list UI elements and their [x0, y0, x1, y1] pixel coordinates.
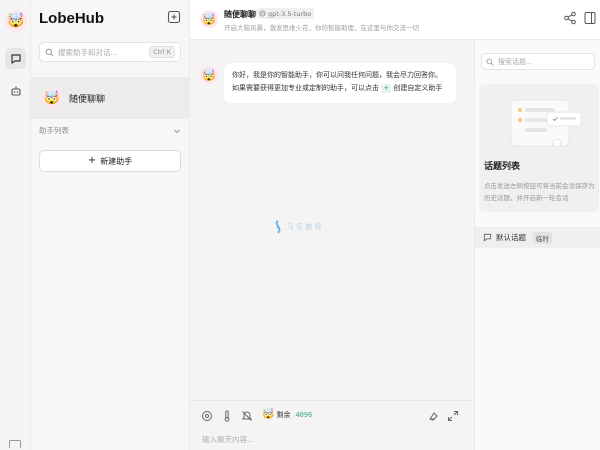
- token-counter[interactable]: 🤯 剩余 4096: [262, 409, 312, 420]
- settings-icon[interactable]: [201, 410, 213, 422]
- token-value: 4096: [295, 410, 313, 419]
- search-icon: [486, 58, 494, 66]
- default-topic-label: 默认话题: [496, 233, 526, 242]
- token-label: 剩余: [276, 410, 291, 419]
- bot-icon: [10, 86, 21, 96]
- session-search-input[interactable]: 搜索助手和对话... Ctrl K: [39, 42, 181, 62]
- chat-nav-button[interactable]: [5, 48, 26, 69]
- chat-bubble-icon: [483, 233, 492, 242]
- user-avatar[interactable]: 🤯: [5, 10, 27, 32]
- assistant-message: 你好，我是你的智能助手，你可以问我任何问题，我会尽力回答你。如果需要获得更加专业…: [224, 63, 456, 103]
- chat-title: 随便聊聊: [224, 10, 256, 19]
- new-chat-icon[interactable]: [167, 10, 181, 24]
- session-name: 随便聊聊: [69, 94, 106, 105]
- chat-header: 🤯 随便聊聊 gpt-3.5-turbo 开启大脑风暴，激发思维火花，你的智能助…: [190, 0, 600, 40]
- model-tag[interactable]: gpt-3.5-turbo: [256, 8, 315, 19]
- create-assistant-inline-button[interactable]: +: [381, 84, 392, 93]
- session-sidebar: LobeHub 搜索助手和对话... Ctrl K 🤯 随便聊聊 助手列表 + …: [31, 0, 190, 450]
- model-icon: [259, 10, 266, 17]
- model-name: gpt-3.5-turbo: [268, 9, 312, 18]
- topic-panel: 搜索话题... 话题列表 点击发送左侧按钮可将当前会话保存为历史话题，并开启新一…: [474, 40, 600, 450]
- assistant-avatar[interactable]: 🤯: [200, 66, 218, 84]
- temperature-icon[interactable]: [221, 410, 233, 422]
- brand-title: LobeHub: [39, 10, 104, 27]
- add-assistant-label: 新建助手: [100, 156, 133, 166]
- watermark-logo-icon: [275, 220, 281, 234]
- group-label: 助手列表: [39, 126, 69, 135]
- nav-rail: 🤯: [0, 0, 31, 450]
- toggle-panel-icon[interactable]: [584, 11, 596, 25]
- add-assistant-button[interactable]: + 新建助手: [39, 150, 181, 172]
- chat-input[interactable]: 输入聊天内容...: [202, 434, 254, 445]
- settings-icon[interactable]: [9, 440, 21, 448]
- watermark-text: 马 乐 教 程: [287, 223, 322, 231]
- chat-icon: [10, 53, 21, 64]
- topic-empty-desc: 点击发送左侧按钮可将当前会话保存为历史话题，并开启新一轮会话: [484, 182, 595, 202]
- topic-empty-title: 话题列表: [484, 162, 521, 172]
- search-shortcut: Ctrl K: [149, 46, 175, 58]
- topic-illustration: [510, 99, 582, 148]
- session-emoji: 🤯: [43, 90, 61, 106]
- watermark: 马 乐 教 程: [272, 220, 322, 234]
- search-placeholder: 搜索助手和对话...: [58, 47, 118, 57]
- token-emoji: 🤯: [262, 409, 275, 420]
- chevron-down-icon: [174, 129, 180, 133]
- share-icon[interactable]: [563, 11, 577, 25]
- clear-icon[interactable]: [427, 410, 439, 422]
- chat-input-area: 🤯 剩余 4096 输入聊天内容...: [190, 400, 474, 450]
- search-icon: [45, 48, 54, 56]
- history-off-icon[interactable]: [241, 410, 253, 422]
- chat-main: 🤯 随便聊聊 gpt-3.5-turbo 开启大脑风暴，激发思维火花，你的智能助…: [190, 0, 600, 450]
- default-topic-item[interactable]: 默认话题 临时: [475, 227, 600, 248]
- greeting-text-2: 创建自定义助手: [393, 84, 443, 92]
- session-avatar: 🤯: [41, 87, 63, 109]
- temporary-tag: 临时: [533, 231, 552, 244]
- discover-nav-button[interactable]: [5, 80, 26, 101]
- avatar-emoji: 🤯: [7, 13, 25, 29]
- topic-search-placeholder: 搜索话题...: [498, 57, 533, 66]
- session-item[interactable]: 🤯 随便聊聊: [31, 77, 189, 119]
- assistant-emoji: 🤯: [202, 68, 216, 82]
- header-avatar[interactable]: 🤯: [200, 10, 218, 28]
- plus-icon: +: [87, 155, 97, 166]
- topic-search-input[interactable]: 搜索话题...: [481, 53, 595, 70]
- header-emoji: 🤯: [202, 12, 216, 26]
- assistant-group-header[interactable]: 助手列表: [39, 125, 181, 136]
- expand-icon[interactable]: [447, 410, 459, 422]
- chat-description: 开启大脑风暴，激发思维火花，你的智能助理，在这里与你交流一切: [224, 24, 419, 32]
